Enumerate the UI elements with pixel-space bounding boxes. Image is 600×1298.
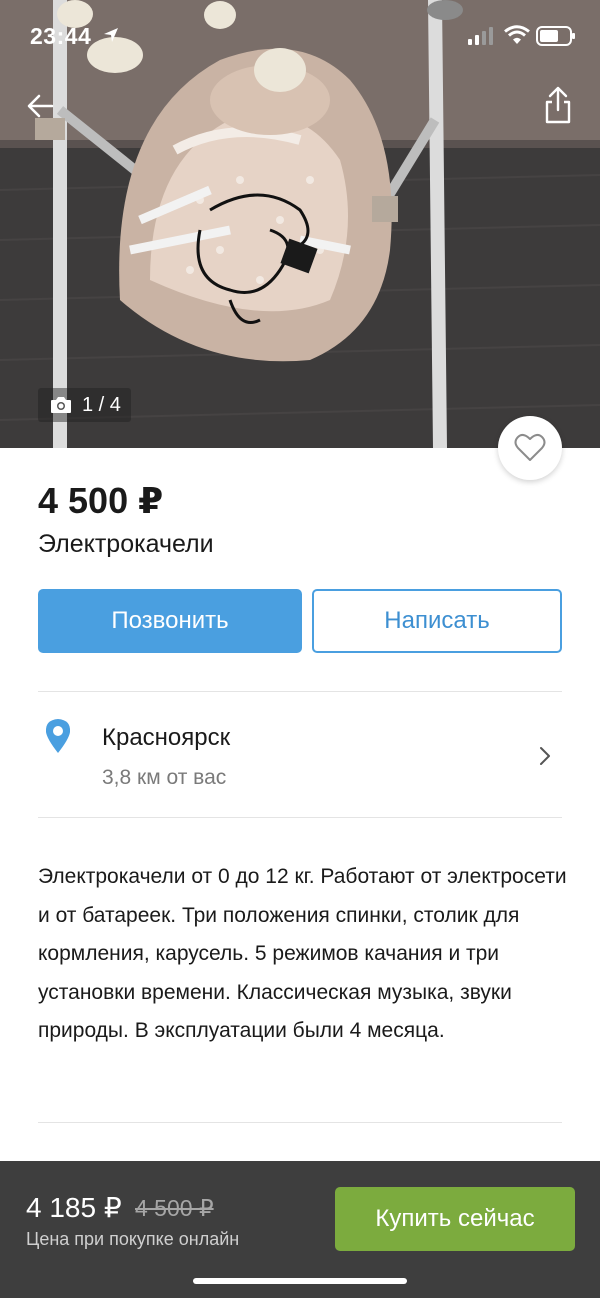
write-message-button[interactable]: Написать	[312, 589, 562, 653]
location-distance: 3,8 км от вас	[102, 766, 227, 789]
heart-icon	[514, 433, 546, 461]
status-time: 23:44	[30, 23, 92, 49]
purchase-bar: 4 185 ₽ 4 500 ₽ Цена при покупке онлайн …	[0, 1161, 600, 1298]
photo-counter-text: 1 / 4	[82, 393, 121, 416]
online-price-caption: Цена при покупке онлайн	[26, 1229, 240, 1249]
home-indicator	[193, 1278, 407, 1284]
favorite-button[interactable]	[498, 416, 562, 480]
chevron-right-icon	[540, 747, 550, 765]
battery-icon	[536, 26, 575, 46]
listing-description: Электрокачели от 0 до 12 кг. Работают от…	[38, 865, 567, 1042]
divider	[38, 817, 562, 818]
photo-counter: 1 / 4	[38, 388, 131, 422]
listing-price: 4 500 ₽	[38, 480, 164, 521]
camera-icon	[51, 397, 71, 413]
location-row[interactable]: Красноярск 3,8 км от вас	[38, 692, 562, 817]
cellular-signal-icon	[468, 27, 493, 45]
old-price: 4 500 ₽	[135, 1195, 214, 1221]
location-city: Красноярск	[102, 724, 231, 751]
status-bar: 23:44	[0, 0, 600, 72]
location-arrow-icon	[104, 28, 118, 42]
map-pin-icon	[45, 719, 71, 753]
wifi-icon	[504, 25, 530, 44]
online-price: 4 185 ₽	[26, 1192, 122, 1223]
divider	[38, 1122, 562, 1123]
back-arrow-icon[interactable]	[22, 86, 62, 126]
listing-photo[interactable]: 23:44 1 / 4	[0, 0, 600, 448]
buy-now-button[interactable]: Купить сейчас	[335, 1187, 575, 1251]
share-icon[interactable]	[538, 84, 578, 126]
listing-title: Электрокачели	[38, 530, 214, 558]
call-button[interactable]: Позвонить	[38, 589, 302, 653]
